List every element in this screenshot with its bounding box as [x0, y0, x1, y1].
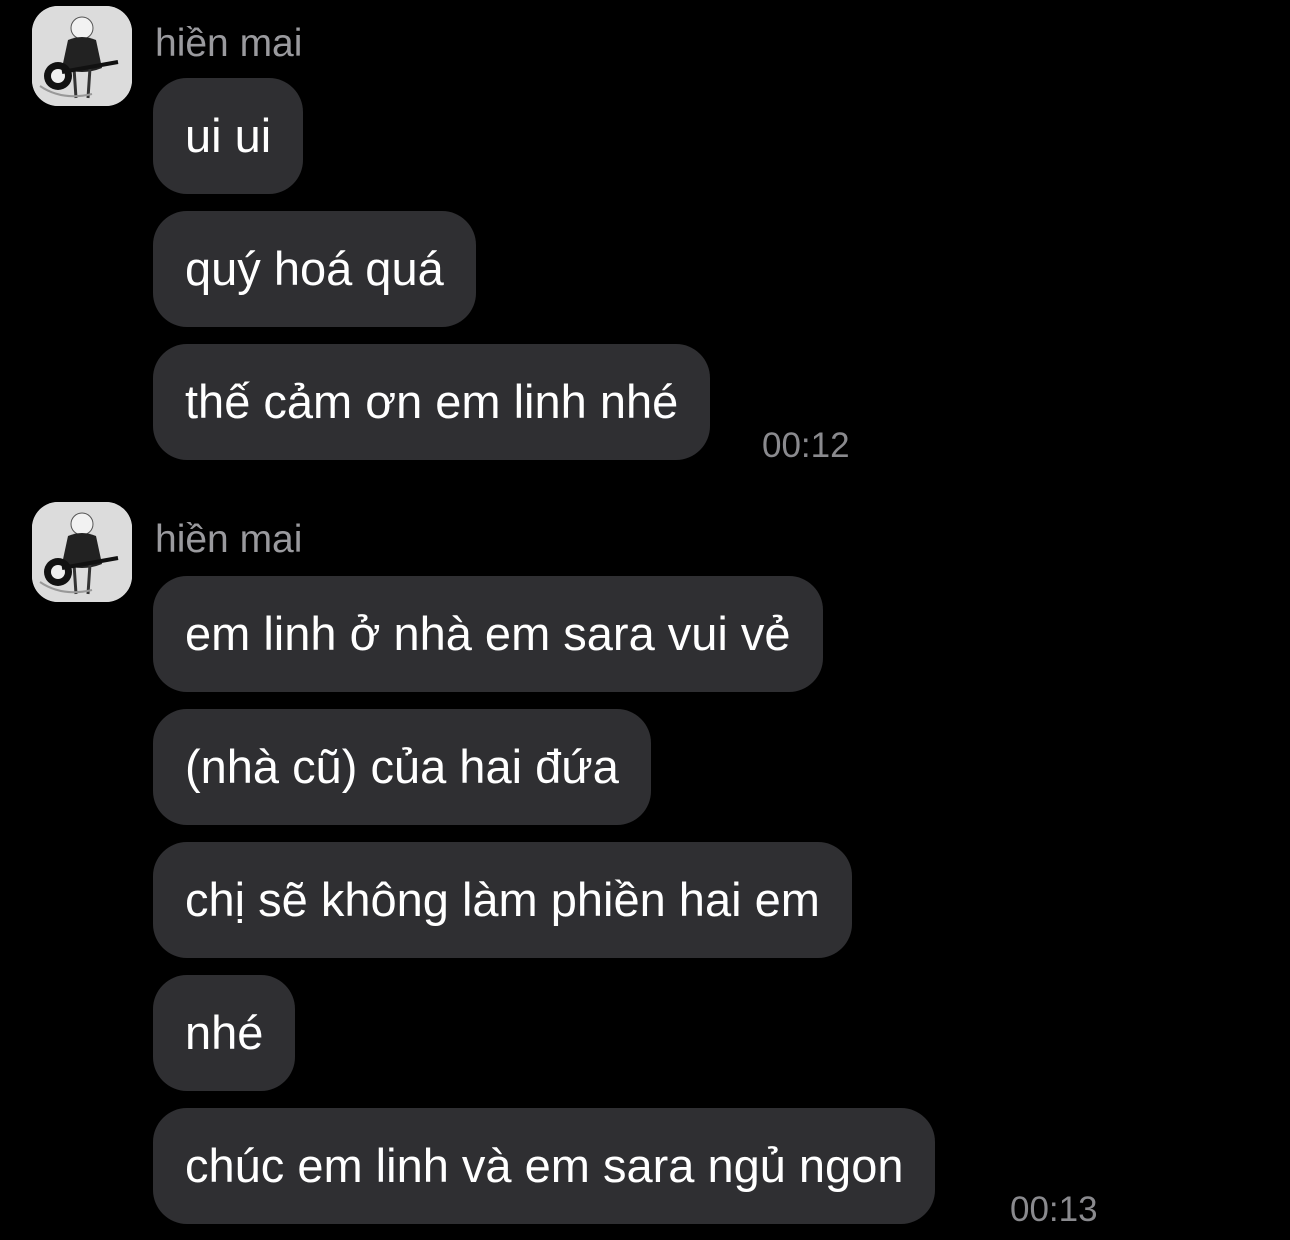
message-bubble[interactable]: nhé — [153, 975, 296, 1091]
message-bubble[interactable]: chị sẽ không làm phiền hai em — [153, 842, 852, 958]
avatar-photo-icon[interactable] — [32, 502, 132, 602]
message-group: hiền mai em linh ở nhà em sara vui vẻ (n… — [0, 0, 1290, 1240]
message-bubble[interactable]: em linh ở nhà em sara vui vẻ — [153, 576, 823, 692]
sender-name: hiền mai — [155, 518, 303, 561]
message-bubble[interactable]: chúc em linh và em sara ngủ ngon — [153, 1108, 936, 1224]
message-bubble[interactable]: (nhà cũ) của hai đứa — [153, 709, 651, 825]
message-timestamp: 00:13 — [1010, 1190, 1098, 1229]
